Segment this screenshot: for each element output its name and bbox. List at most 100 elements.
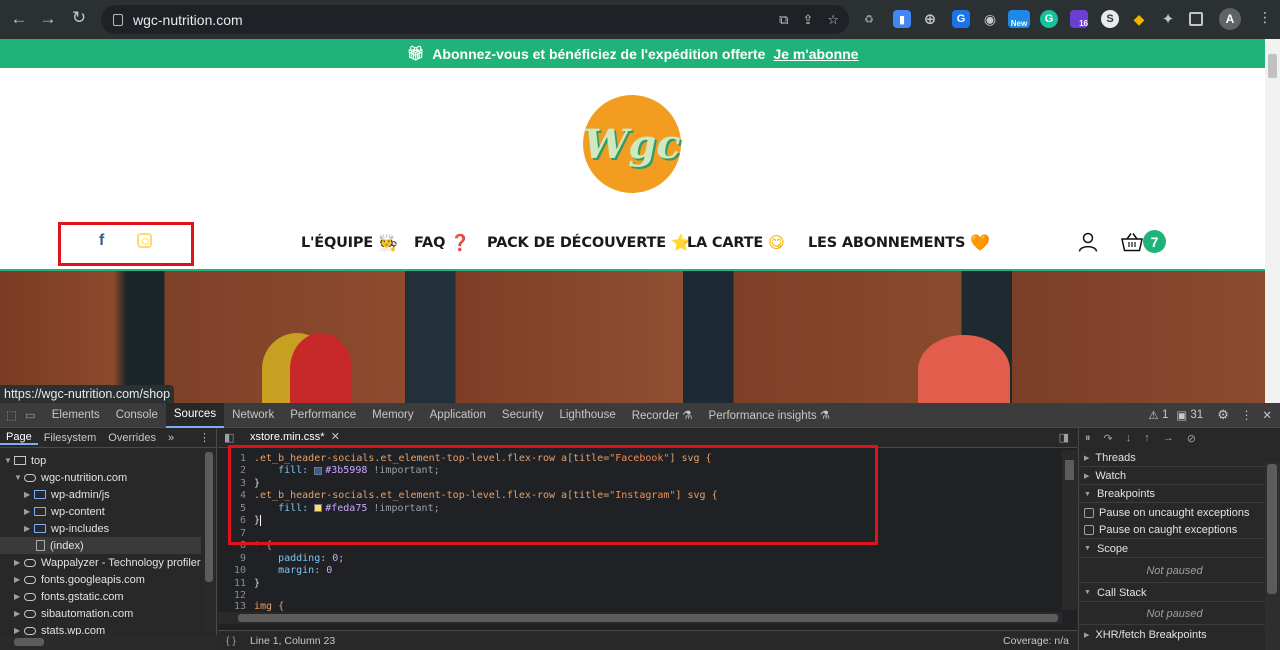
devtools-more-icon[interactable]: ⋮ <box>1235 403 1259 428</box>
navigator-hscrollbar[interactable] <box>0 635 217 650</box>
side-panel-icon[interactable] <box>1189 12 1203 26</box>
globe-extension-icon[interactable]: ⊕ <box>921 10 939 28</box>
recycle-extension-icon[interactable]: ♻ <box>860 10 878 28</box>
tab-overrides[interactable]: Overrides <box>102 432 162 444</box>
tab-security[interactable]: Security <box>494 403 552 428</box>
tree-item-wgc-nutrition[interactable]: ▼ wgc-nutrition.com <box>14 469 127 486</box>
tab-page[interactable]: Page <box>0 431 38 445</box>
page-scrollbar[interactable] <box>1265 39 1280 403</box>
coverage-status[interactable]: Coverage: n/a <box>1003 635 1069 647</box>
warning-count[interactable]: ⚠ 1 <box>1144 403 1172 428</box>
editor-hscrollbar-thumb[interactable] <box>238 614 1058 622</box>
color-extension-icon[interactable]: ◆ <box>1130 10 1148 28</box>
docs-extension-icon[interactable]: ▮ <box>893 10 911 28</box>
menu-item-faq[interactable]: FAQ ❓ <box>414 233 470 252</box>
section-xhr-breakpoints[interactable]: ▶ XHR/fetch Breakpoints <box>1078 626 1265 644</box>
page-scrollbar-thumb[interactable] <box>1268 54 1277 78</box>
tree-item-sibautomation[interactable]: ▶ sibautomation.com <box>14 605 133 622</box>
debugger-scrollbar-thumb[interactable] <box>1267 464 1277 594</box>
back-icon[interactable]: ← <box>4 9 34 29</box>
pretty-print-icon[interactable]: { } <box>226 635 236 647</box>
tab-network[interactable]: Network <box>224 403 282 428</box>
checkbox[interactable] <box>1084 507 1094 518</box>
translate-icon[interactable]: ⧉ <box>779 12 788 28</box>
tree-item-gstatic[interactable]: ▶ fonts.gstatic.com <box>14 588 124 605</box>
tab-application[interactable]: Application <box>422 403 494 428</box>
bookmark-star-icon[interactable]: ☆ <box>827 12 839 28</box>
tree-item-wp-includes[interactable]: ▶ wp-includes <box>24 520 109 537</box>
profile-avatar[interactable]: A <box>1219 8 1241 30</box>
editor-hscrollbar[interactable] <box>218 612 1062 624</box>
s-extension-icon[interactable]: S <box>1101 10 1119 28</box>
share-icon[interactable]: ⇪ <box>802 12 813 28</box>
tab-console[interactable]: Console <box>108 403 166 428</box>
tab-performance[interactable]: Performance <box>282 403 364 428</box>
code-line[interactable]: 13 img { <box>218 600 284 613</box>
code-line[interactable]: 10 margin: 0 <box>218 565 332 578</box>
google-translate-extension-icon[interactable]: G <box>952 10 970 28</box>
tree-item-googleapis[interactable]: ▶ fonts.googleapis.com <box>14 571 145 588</box>
camera-extension-icon[interactable]: ◉ <box>981 10 999 28</box>
menu-item-pack-decouverte[interactable]: PACK DE DÉCOUVERTE ⭐ <box>487 233 691 252</box>
tab-memory[interactable]: Memory <box>364 403 422 428</box>
close-devtools-icon[interactable]: ✕ <box>1258 403 1280 428</box>
grammarly-extension-icon[interactable]: G <box>1040 10 1058 28</box>
pause-icon[interactable]: ⏸ <box>1085 432 1091 445</box>
step-into-icon[interactable]: ↓ <box>1126 432 1132 445</box>
error-count[interactable]: ▣ 31 <box>1172 403 1211 428</box>
forward-icon[interactable]: → <box>33 9 63 29</box>
tree-item-index[interactable]: (index) <box>0 537 201 554</box>
deactivate-breakpoints-icon[interactable]: ⊘ <box>1187 432 1196 445</box>
address-bar[interactable]: wgc-nutrition.com ⧉ ⇪ ☆ <box>101 5 849 34</box>
facebook-icon[interactable]: f <box>99 232 104 250</box>
device-toolbar-icon[interactable]: ▭ <box>23 403 44 428</box>
new-extension-icon[interactable]: New <box>1008 10 1030 28</box>
tab-recorder[interactable]: Recorder ⚗ <box>624 403 701 428</box>
pause-uncaught-option[interactable]: Pause on uncaught exceptions <box>1078 504 1265 521</box>
tab-elements[interactable]: Elements <box>44 403 108 428</box>
section-scope[interactable]: ▼ Scope <box>1078 540 1265 558</box>
close-tab-icon[interactable]: ✕ <box>331 430 340 443</box>
tree-item-wp-admin[interactable]: ▶ wp-admin/js <box>24 486 110 503</box>
tree-item-top[interactable]: ▼ top <box>4 452 46 469</box>
menu-item-equipe[interactable]: L'ÉQUIPE 🧑‍🍳 <box>301 233 398 252</box>
navigator-scrollbar[interactable] <box>203 450 215 632</box>
tab-lighthouse[interactable]: Lighthouse <box>551 403 623 428</box>
toggle-navigator-icon[interactable]: ◧ <box>224 431 234 444</box>
user-account-icon[interactable] <box>1078 232 1098 252</box>
step-icon[interactable]: → <box>1163 432 1174 445</box>
tab-sources[interactable]: Sources <box>165 402 225 428</box>
tab-filesystem[interactable]: Filesystem <box>38 432 103 444</box>
kebab-menu-icon[interactable]: ⋮ <box>1250 9 1280 26</box>
cart-basket-icon[interactable] <box>1121 232 1143 252</box>
code-line[interactable]: 9 padding: 0; <box>218 552 344 565</box>
menu-item-abonnements[interactable]: LES ABONNEMENTS 🧡 <box>808 233 990 252</box>
section-breakpoints[interactable]: ▼ Breakpoints <box>1078 486 1265 503</box>
toggle-debugger-icon[interactable]: ◨ <box>1059 431 1069 444</box>
reload-icon[interactable]: ↻ <box>64 8 94 28</box>
section-call-stack[interactable]: ▼ Call Stack <box>1078 584 1265 602</box>
more-tabs-icon[interactable]: » <box>162 432 180 444</box>
navigator-menu-icon[interactable]: ⋮ <box>193 431 216 444</box>
instagram-icon[interactable] <box>137 233 152 248</box>
tree-item-wp-content[interactable]: ▶ wp-content <box>24 503 105 520</box>
editor-scrollbar-thumb[interactable] <box>1065 460 1074 480</box>
step-over-icon[interactable]: ↷ <box>1104 432 1113 445</box>
puzzle-extensions-icon[interactable]: ✦ <box>1159 10 1177 28</box>
section-watch[interactable]: ▶ Watch <box>1078 468 1265 485</box>
subscribe-link[interactable]: Je m'abonne <box>773 46 858 62</box>
tree-item-wappalyzer[interactable]: ▶ Wappalyzer - Technology profiler <box>14 554 201 571</box>
menu-item-la-carte[interactable]: LA CARTE 😋 <box>687 233 785 252</box>
checkbox[interactable] <box>1084 524 1094 535</box>
editor-scrollbar[interactable] <box>1062 450 1077 610</box>
section-threads[interactable]: ▶ Threads <box>1078 450 1265 467</box>
inspect-element-icon[interactable]: ⬚ <box>0 403 23 428</box>
tab-performance-insights[interactable]: Performance insights ⚗ <box>701 403 839 428</box>
navigator-scrollbar-thumb[interactable] <box>205 452 213 582</box>
badge-extension-icon[interactable]: 16 <box>1070 10 1088 28</box>
site-logo[interactable]: Wgc <box>583 95 681 193</box>
pause-caught-option[interactable]: Pause on caught exceptions <box>1078 521 1265 539</box>
navigator-hscrollbar-thumb[interactable] <box>14 638 44 646</box>
step-out-icon[interactable]: ↑ <box>1144 432 1150 445</box>
code-line[interactable]: 11} <box>218 577 260 590</box>
